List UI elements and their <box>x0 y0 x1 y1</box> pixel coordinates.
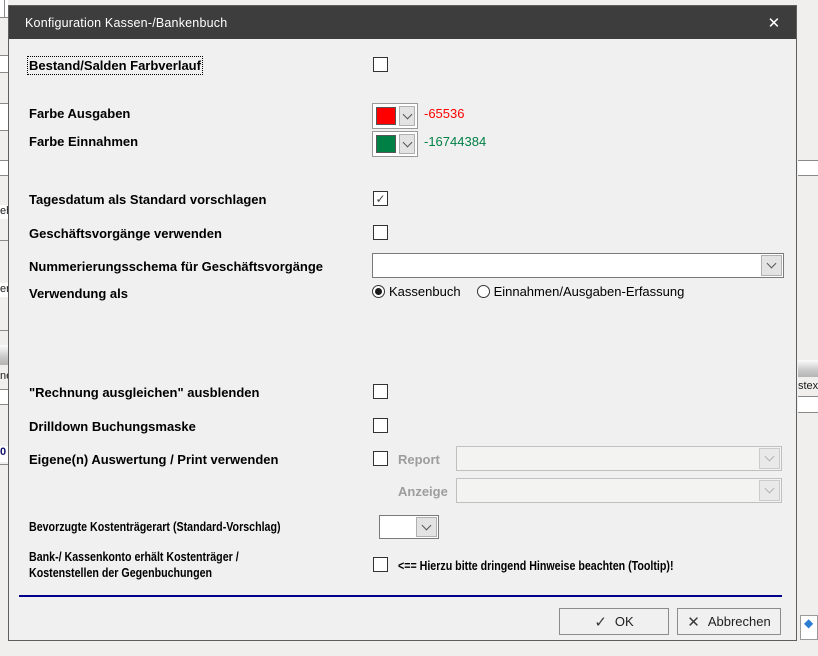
checkbox-drilldown[interactable] <box>373 418 388 433</box>
bg-gradient-bar <box>798 360 818 377</box>
combobox-kostentraegerart[interactable] <box>379 515 439 539</box>
combobox-anzeige[interactable] <box>456 478 782 503</box>
dialog-title: Konfiguration Kassen-/Bankenbuch <box>25 16 227 30</box>
combobox-nummerierungsschema[interactable] <box>372 253 784 278</box>
ok-button[interactable]: ✓ OK <box>559 608 669 635</box>
value-farbe-einnahmen: -16744384 <box>424 134 486 149</box>
dialog-body: Bestand/Salden Farbverlauf Farbe Ausgabe… <box>9 39 796 640</box>
bg-text-fragment: 0 <box>0 446 8 462</box>
radio-kassenbuch[interactable] <box>372 285 385 298</box>
chevron-down-icon <box>759 448 780 469</box>
bg-line <box>4 0 5 17</box>
label-bestand-salden-farbverlauf: Bestand/Salden Farbverlauf <box>29 58 201 73</box>
checkbox-rechnung-ausgleichen[interactable] <box>373 384 388 399</box>
checkbox-bank-kassenkonto[interactable] <box>373 557 388 572</box>
config-dialog: Konfiguration Kassen-/Bankenbuch ✕ Besta… <box>8 5 797 641</box>
bg-white-row <box>0 104 8 130</box>
bg-text-fragment: stex <box>798 380 818 395</box>
radio-einnahmen-ausgaben-label[interactable]: Einnahmen/Ausgaben-Erfassung <box>494 284 685 299</box>
bg-line <box>0 330 8 331</box>
combobox-nummerierungsschema-value <box>373 254 783 262</box>
bg-white-row <box>0 390 8 404</box>
radio-group-verwendung: Kassenbuch Einnahmen/Ausgaben-Erfassung <box>372 284 696 299</box>
bg-line <box>0 130 8 131</box>
label-drilldown: Drilldown Buchungsmaske <box>29 419 196 434</box>
bg-line <box>0 240 8 241</box>
hint-tooltip-warning: <== Hierzu bitte dringend Hinweise beach… <box>398 558 674 573</box>
bg-white-row <box>798 161 818 175</box>
chevron-down-icon[interactable] <box>399 134 415 154</box>
bg-line <box>798 175 818 176</box>
bg-line <box>0 17 8 18</box>
label-report: Report <box>398 452 440 467</box>
cancel-button[interactable]: ✕ Abbrechen <box>677 608 781 635</box>
checkbox-bestand-salden-farbverlauf[interactable] <box>373 57 388 72</box>
cancel-button-label: Abbrechen <box>708 614 771 629</box>
combobox-anzeige-value <box>457 479 781 487</box>
ok-button-label: OK <box>615 614 634 629</box>
bg-white-row <box>0 56 8 72</box>
combobox-report-value <box>457 447 781 455</box>
checkbox-tagesdatum[interactable]: ✓ <box>373 191 388 206</box>
divider-line <box>19 595 782 597</box>
bg-white-row <box>798 397 818 412</box>
chevron-down-icon[interactable] <box>761 255 782 276</box>
bg-line <box>0 72 8 73</box>
label-farbe-ausgaben: Farbe Ausgaben <box>29 106 130 121</box>
bg-gradient-bar <box>0 345 8 365</box>
chevron-down-icon[interactable] <box>416 517 437 537</box>
checkbox-geschaeftsvorgaenge[interactable] <box>373 225 388 240</box>
radio-kassenbuch-label[interactable]: Kassenbuch <box>389 284 461 299</box>
label-geschaeftsvorgaenge: Geschäftsvorgänge verwenden <box>29 226 222 241</box>
value-farbe-ausgaben: -65536 <box>424 106 464 121</box>
color-picker-ausgaben[interactable] <box>372 103 418 129</box>
bg-text-fragment: eh <box>0 205 8 219</box>
bg-white-row <box>0 161 8 175</box>
dialog-titlebar[interactable]: Konfiguration Kassen-/Bankenbuch ✕ <box>9 6 796 39</box>
label-farbe-einnahmen: Farbe Einnahmen <box>29 134 138 149</box>
bg-button-fragment: ◆ <box>800 615 818 640</box>
label-verwendung-als: Verwendung als <box>29 286 128 301</box>
chevron-down-icon <box>759 480 780 501</box>
label-nummerierungsschema: Nummerierungsschema für Geschäftsvorgäng… <box>29 259 323 274</box>
label-eigene-auswertung: Eigene(n) Auswertung / Print verwenden <box>29 452 278 467</box>
bg-text-fragment: ern <box>0 283 8 297</box>
bg-line <box>0 175 8 176</box>
bg-text-fragment: ne <box>0 370 8 384</box>
combobox-report[interactable] <box>456 446 782 471</box>
label-bank-kassenkonto-line1: Bank-/ Kassenkonto erhält Kostenträger / <box>29 549 239 564</box>
check-icon: ✓ <box>594 613 607 631</box>
radio-selected-dot <box>375 288 382 295</box>
radio-einnahmen-ausgaben[interactable] <box>477 285 490 298</box>
close-icon[interactable]: ✕ <box>752 6 796 39</box>
label-rechnung-ausgleichen: "Rechnung ausgleichen" ausblenden <box>29 385 259 400</box>
label-kostentraegerart: Bevorzugte Kostenträgerart (Standard-Vor… <box>29 519 281 534</box>
check-icon: ✓ <box>375 193 385 205</box>
color-swatch-red <box>376 107 396 125</box>
bg-line <box>0 404 8 405</box>
color-swatch-green <box>376 135 396 153</box>
color-picker-einnahmen[interactable] <box>372 131 418 157</box>
label-bank-kassenkonto-line2: Kostenstellen der Gegenbuchungen <box>29 565 212 580</box>
bg-line <box>798 412 818 413</box>
checkbox-eigene-auswertung[interactable] <box>373 451 388 466</box>
x-icon: ✕ <box>687 613 700 631</box>
label-anzeige: Anzeige <box>398 484 448 499</box>
label-tagesdatum: Tagesdatum als Standard vorschlagen <box>29 192 266 207</box>
bg-line <box>0 464 8 465</box>
chevron-down-icon[interactable] <box>399 106 415 126</box>
